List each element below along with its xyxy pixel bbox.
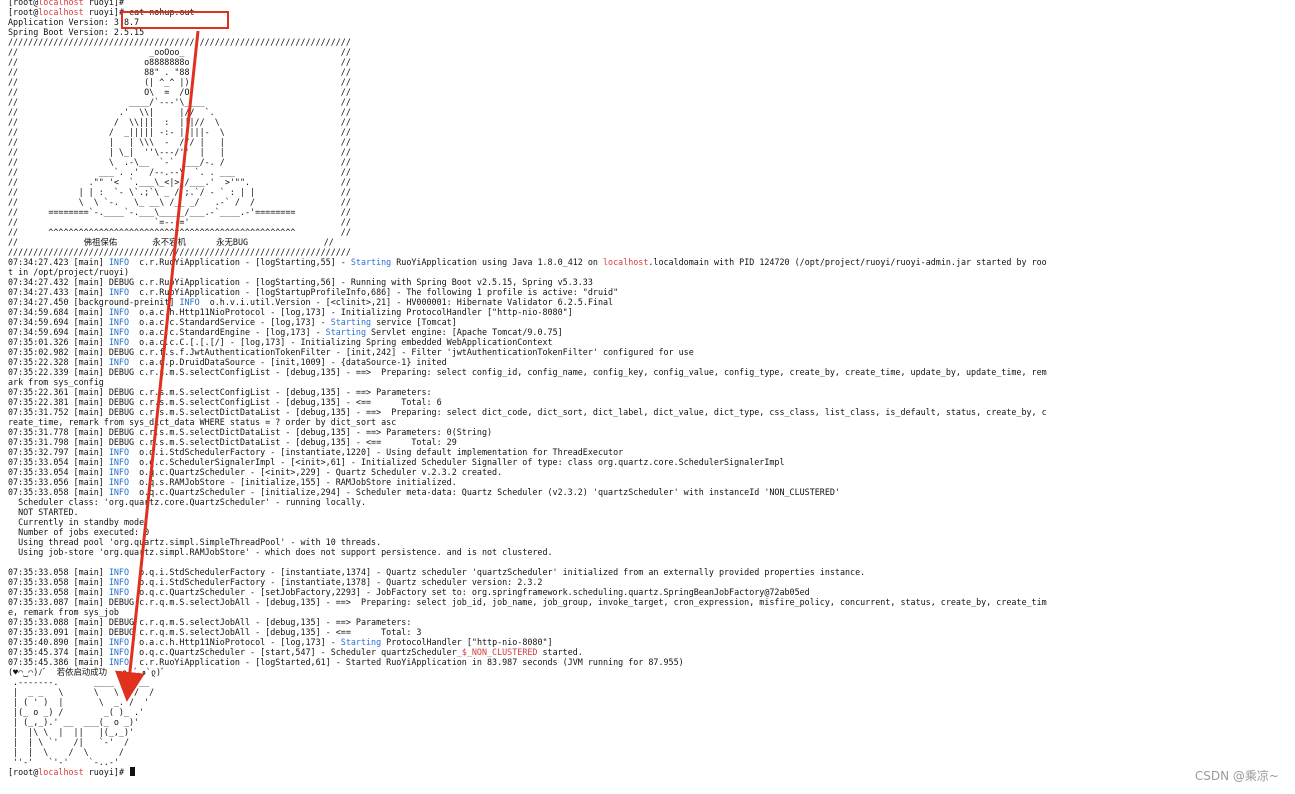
annotation-arrow (114, 30, 200, 702)
csdn-watermark: CSDN @乘凉~ (1194, 769, 1279, 783)
terminal-window[interactable]: [root@localhost ruoyi]# [root@localhost r… (0, 0, 1295, 794)
